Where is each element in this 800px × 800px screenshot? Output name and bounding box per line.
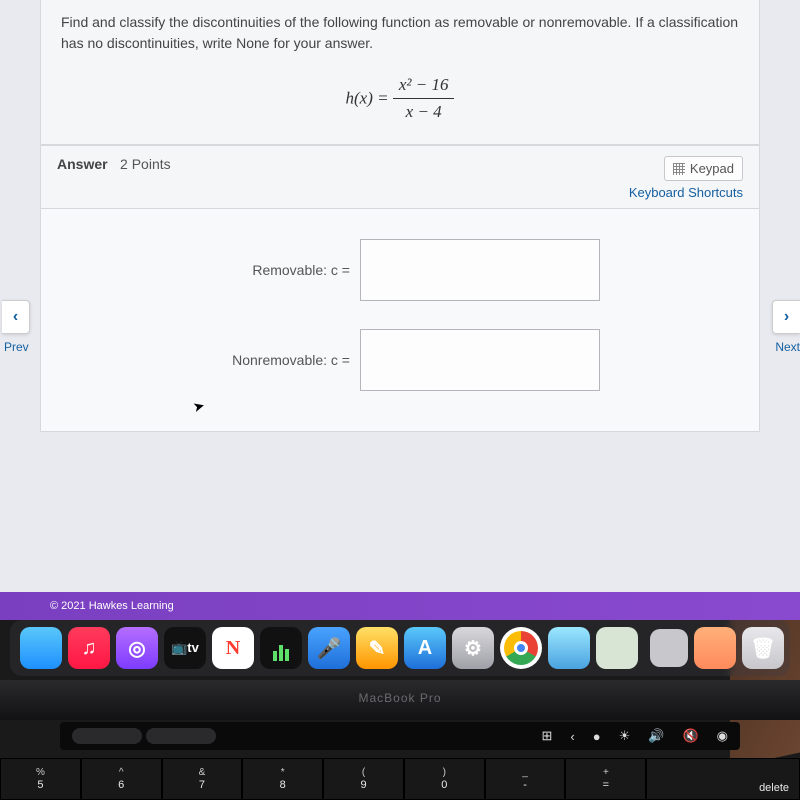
- key-9[interactable]: (9: [323, 758, 404, 800]
- key-minus[interactable]: _-: [485, 758, 566, 800]
- app-icon[interactable]: [650, 629, 688, 667]
- touchbar-app-control[interactable]: [72, 728, 142, 744]
- removable-input[interactable]: [360, 239, 600, 301]
- keynote-icon[interactable]: 🎤: [308, 627, 350, 669]
- touchbar-mute-icon[interactable]: 🔇: [682, 728, 698, 744]
- next-button[interactable]: ›: [772, 300, 800, 334]
- music-icon[interactable]: ♫: [68, 627, 110, 669]
- app-icon[interactable]: [548, 627, 590, 669]
- settings-icon[interactable]: ⚙: [452, 627, 494, 669]
- app-icon[interactable]: [596, 627, 638, 669]
- prev-label[interactable]: Prev: [4, 340, 29, 354]
- touchbar-brightness-icon[interactable]: ☀: [619, 728, 631, 744]
- next-label[interactable]: Next: [775, 340, 800, 354]
- finder-icon[interactable]: [20, 627, 62, 669]
- key-0[interactable]: )0: [404, 758, 485, 800]
- answer-body: Removable: c = Nonremovable: c =: [40, 209, 760, 432]
- touchbar-volume-icon[interactable]: 🔊: [648, 728, 664, 744]
- key-8[interactable]: *8: [242, 758, 323, 800]
- key-5[interactable]: %5: [0, 758, 81, 800]
- touchbar-back-icon[interactable]: ‹: [570, 729, 574, 744]
- stocks-icon[interactable]: [260, 627, 302, 669]
- macos-dock[interactable]: ♫ ◎ 📺tv 🎤 ✎ A ⚙ 🗑: [10, 620, 790, 676]
- keypad-icon: [673, 163, 685, 175]
- keyboard-row[interactable]: %5 ^6 &7 *8 (9 )0 _- += delete: [0, 758, 800, 800]
- question-prompt: Find and classify the discontinuities of…: [40, 0, 760, 145]
- notes-icon[interactable]: ✎: [356, 627, 398, 669]
- key-7[interactable]: &7: [162, 758, 243, 800]
- equation-denominator: x − 4: [393, 99, 455, 125]
- keyboard-shortcuts-link[interactable]: Keyboard Shortcuts: [629, 185, 743, 200]
- podcasts-icon[interactable]: ◎: [116, 627, 158, 669]
- nonremovable-input[interactable]: [360, 329, 600, 391]
- nonremovable-label: Nonremovable: c =: [200, 352, 350, 368]
- laptop-model-label: MacBook Pro: [0, 680, 800, 720]
- answer-header: Answer 2 Points Keypad Keyboard Shortcut…: [40, 145, 760, 209]
- touchbar-play-icon[interactable]: ●: [593, 729, 601, 744]
- removable-label: Removable: c =: [200, 262, 350, 278]
- appletv-icon[interactable]: 📺tv: [164, 627, 206, 669]
- equation-lhs: h(x) =: [346, 88, 389, 107]
- trash-icon[interactable]: 🗑: [742, 627, 784, 669]
- key-equals[interactable]: +=: [565, 758, 646, 800]
- equation: h(x) = x² − 16 x − 4: [61, 54, 739, 134]
- key-delete[interactable]: delete: [646, 758, 800, 800]
- answer-label: Answer: [57, 156, 108, 172]
- key-6[interactable]: ^6: [81, 758, 162, 800]
- app-icon[interactable]: [694, 627, 736, 669]
- points-label: 2 Points: [120, 156, 171, 172]
- question-text: Find and classify the discontinuities of…: [61, 14, 738, 51]
- copyright-footer: © 2021 Hawkes Learning: [0, 592, 800, 620]
- keypad-button[interactable]: Keypad: [664, 156, 743, 181]
- equation-numerator: x² − 16: [393, 72, 455, 99]
- touchbar-siri-icon[interactable]: ◉: [717, 728, 728, 744]
- chrome-icon[interactable]: [500, 627, 542, 669]
- touchbar-expand-icon[interactable]: ⊞: [542, 728, 553, 744]
- appstore-icon[interactable]: A: [404, 627, 446, 669]
- touchbar-app-control[interactable]: [146, 728, 216, 744]
- touch-bar[interactable]: ⊞ ‹ ● ☀ 🔊 🔇 ◉: [60, 722, 740, 750]
- prev-button[interactable]: ‹: [2, 300, 30, 334]
- news-icon[interactable]: [212, 627, 254, 669]
